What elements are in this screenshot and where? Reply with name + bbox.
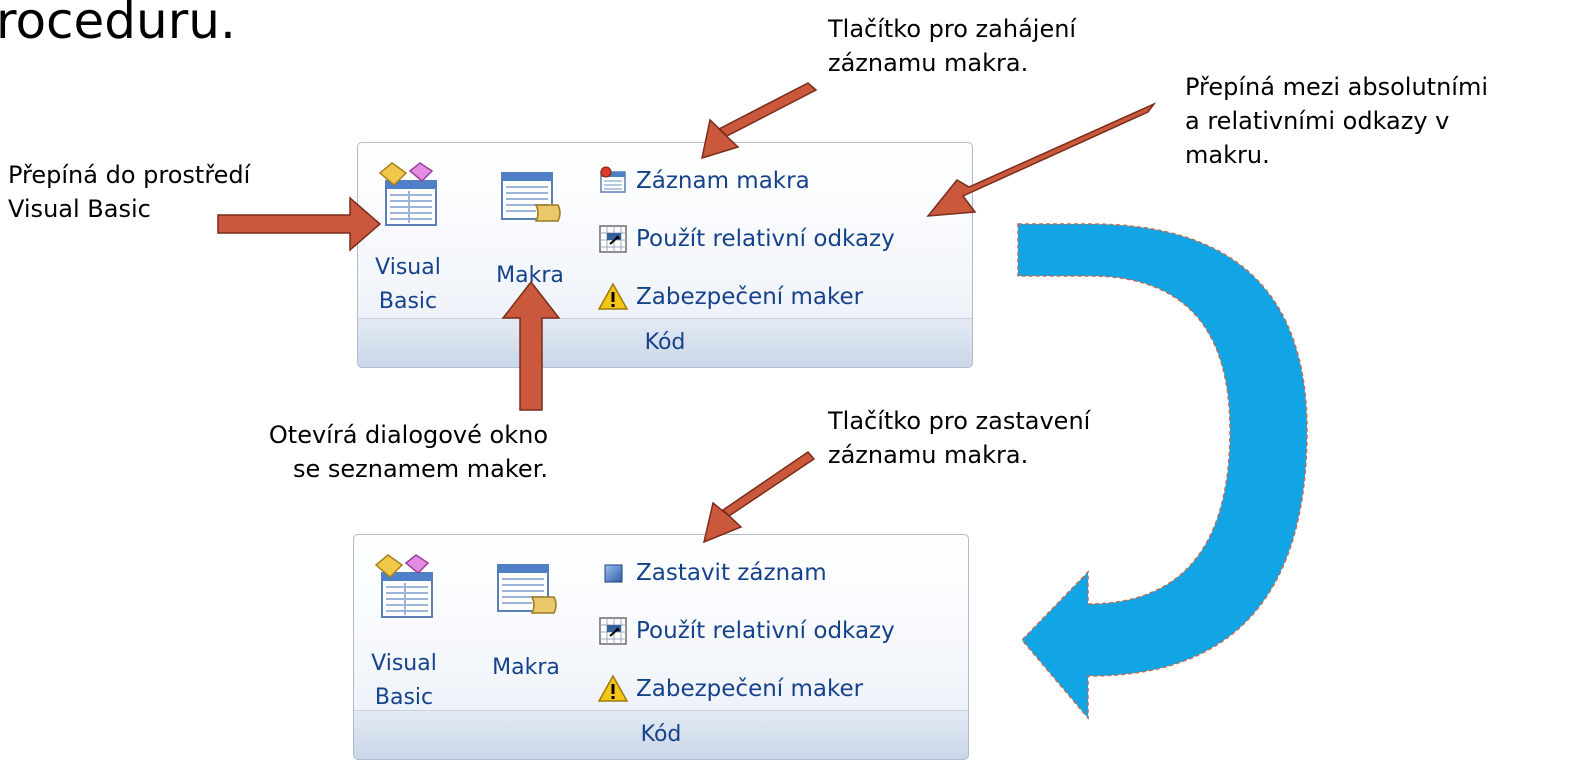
flow-arrow: [1017, 223, 1308, 721]
annotation-arrows: [217, 82, 1308, 721]
arrow-to-visual-basic: [217, 196, 382, 252]
arrow-to-stop-record: [702, 451, 816, 544]
arrow-to-relative-refs: [926, 102, 1157, 217]
arrow-to-record-macro: [701, 82, 818, 160]
arrow-to-macros: [501, 280, 561, 411]
